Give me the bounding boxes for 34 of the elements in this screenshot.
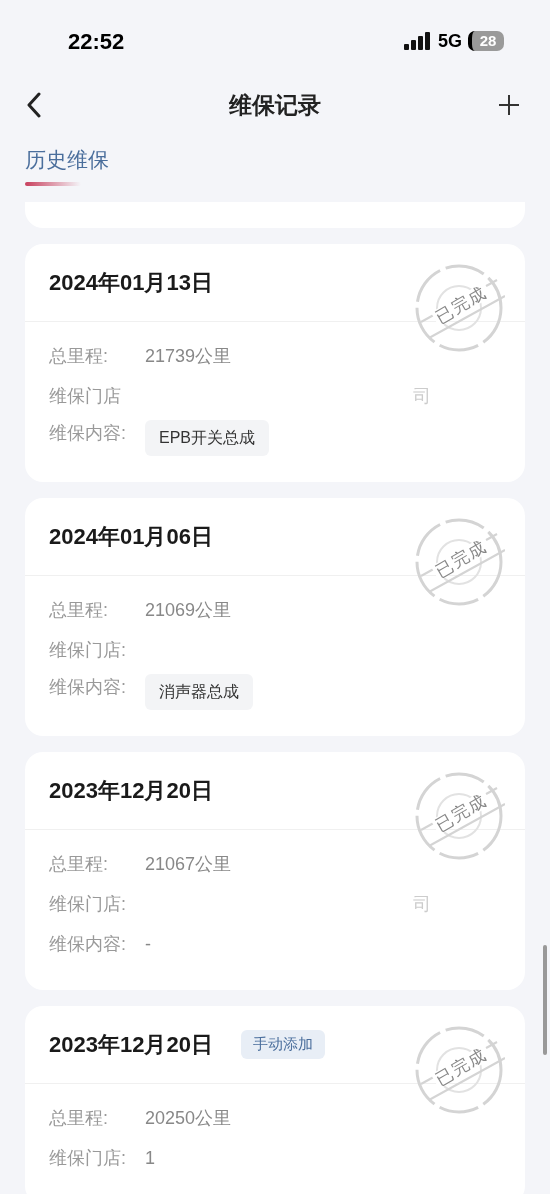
content-chip: EPB开关总成 (145, 420, 269, 456)
status-time: 22:52 (68, 27, 125, 56)
record-date: 2024年01月13日 (49, 269, 213, 297)
back-icon[interactable] (26, 92, 42, 118)
field-label: 总里程: (49, 1106, 109, 1130)
field-value: 21069公里 (145, 598, 232, 622)
plus-icon[interactable] (498, 94, 520, 116)
record-date: 2024年01月06日 (49, 523, 213, 551)
record-date: 2023年12月20日 (49, 1031, 213, 1059)
record-card[interactable]: 已完成 2024年01月06日 总里程: 21069公里 维保门店: 维保内容: 消声器总成 (25, 498, 525, 736)
field-label: 维保内容: (49, 676, 127, 699)
field-value: 20250公里 (145, 1106, 232, 1130)
field-value: 21739公里 (145, 344, 232, 368)
field-label: 总里程: (49, 852, 109, 876)
field-value: - (145, 932, 151, 956)
signal-icon (404, 32, 432, 50)
field-label: 维保门店: (49, 892, 127, 916)
tab[interactable]: 历史维保 (25, 144, 109, 202)
page-title: 维保记录 (229, 90, 321, 120)
field-value: 21067公里 (145, 852, 232, 876)
field-label: 维保门店: (49, 1146, 127, 1170)
field-value: 1 (145, 1146, 155, 1170)
field-label: 总里程: (49, 598, 109, 622)
battery-indicator: 28 (468, 31, 504, 51)
content-chip: 消声器总成 (145, 674, 253, 710)
manual-tag: 手动添加 (240, 1030, 325, 1059)
network-label: 5G (438, 29, 462, 53)
record-card[interactable]: 已完成 2023年12月20日 手动添加 总里程: 20250公里 维保门店: 1 (25, 1006, 525, 1194)
field-label: 总里程: (49, 344, 109, 368)
field-label: 维保内容: (49, 422, 127, 445)
field-label: 维保内容: (49, 932, 127, 956)
field-label: 维保门店: (49, 638, 127, 662)
record-date: 2023年12月20日 (49, 777, 213, 805)
field-label: 维保门店 (49, 384, 122, 408)
